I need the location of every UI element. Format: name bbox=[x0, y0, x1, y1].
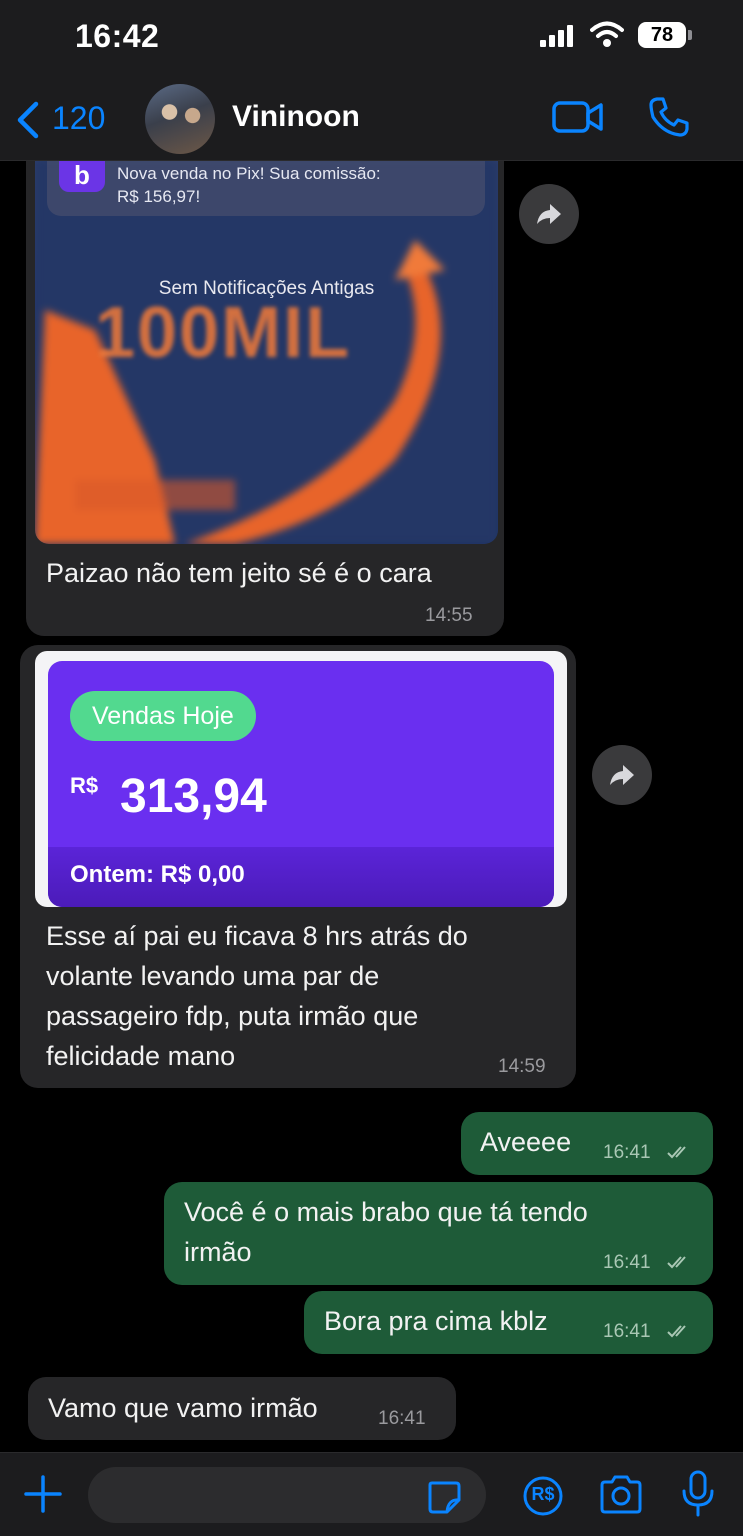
message-time: 16:41 bbox=[378, 1408, 426, 1429]
notification-line1: Nova venda no Pix! Sua comissão: bbox=[117, 164, 381, 183]
read-receipt-icon bbox=[667, 1325, 686, 1338]
contact-avatar[interactable] bbox=[145, 84, 215, 154]
yesterday-sales: Ontem: R$ 0,00 bbox=[70, 861, 245, 888]
message-image-screenshot[interactable]: 100MIL Sem Notificações Antigas b Nova v… bbox=[35, 160, 498, 544]
message-text-line: felicidade mano bbox=[46, 1041, 236, 1071]
back-unread-count[interactable]: 120 bbox=[52, 100, 105, 137]
battery-level: 78 bbox=[638, 22, 686, 48]
banner-text: 100MIL bbox=[95, 293, 352, 373]
read-receipt-icon bbox=[667, 1256, 686, 1269]
notification-line2: R$ 156,97! bbox=[117, 187, 201, 206]
pix-notification-card: b Nova venda no Pix! Sua comissão: R$ 15… bbox=[47, 160, 485, 216]
message-time: 16:41 bbox=[603, 1252, 651, 1273]
forward-button[interactable] bbox=[592, 745, 652, 805]
message-text-line: Esse aí pai eu ficava 8 hrs atrás do bbox=[46, 921, 468, 951]
message-text: Bora pra cima kblz bbox=[324, 1306, 548, 1336]
phone-call-icon[interactable] bbox=[648, 96, 690, 138]
forward-icon bbox=[610, 765, 634, 785]
whatsapp-chat-screen: 16:42 78 120 Vininoon 100MIL Sem Notific… bbox=[0, 0, 743, 1536]
message-input-bar: R$ bbox=[0, 1452, 743, 1536]
notification-text: Nova venda no Pix! Sua comissão: R$ 156,… bbox=[117, 162, 381, 208]
message-time: 16:41 bbox=[603, 1142, 651, 1163]
wifi-icon bbox=[590, 21, 624, 47]
currency-label: R$ bbox=[70, 773, 99, 798]
read-receipt-icon bbox=[667, 1146, 686, 1159]
message-text: Vamo que vamo irmão bbox=[48, 1393, 318, 1423]
message-time: 14:55 bbox=[425, 605, 473, 626]
message-text-line: irmão bbox=[184, 1237, 252, 1267]
sales-today-badge: Vendas Hoje bbox=[70, 691, 256, 741]
forward-icon bbox=[537, 204, 561, 224]
message-text-line: volante levando uma par de bbox=[46, 961, 380, 991]
message-text-line: passageiro fdp, puta irmão que bbox=[46, 1001, 419, 1031]
cellular-signal-icon bbox=[540, 25, 574, 47]
pix-payment-icon[interactable]: R$ bbox=[522, 1475, 564, 1517]
sales-summary-card: Vendas Hoje R$ 313,94 Ontem: R$ 0,00 bbox=[48, 661, 554, 907]
back-chevron-icon[interactable] bbox=[12, 100, 42, 140]
forward-button[interactable] bbox=[519, 184, 579, 244]
chat-header: 16:42 78 120 Vininoon bbox=[0, 0, 743, 161]
message-text: Paizao não tem jeito sé é o cara bbox=[46, 558, 432, 588]
battery-tip bbox=[688, 30, 692, 40]
app-logo-icon: b bbox=[59, 160, 105, 192]
contact-name[interactable]: Vininoon bbox=[232, 100, 360, 134]
message-text-line: Você é o mais brabo que tá tendo bbox=[184, 1197, 588, 1227]
sticker-icon[interactable] bbox=[426, 1479, 462, 1515]
image-caption: Sem Notificações Antigas bbox=[158, 278, 375, 299]
message-image-sales-card[interactable]: Vendas Hoje R$ 313,94 Ontem: R$ 0,00 bbox=[35, 651, 567, 907]
chat-messages[interactable]: 100MIL Sem Notificações Antigas b Nova v… bbox=[0, 140, 743, 1452]
pix-payment-label: R$ bbox=[531, 1484, 555, 1504]
microphone-icon[interactable] bbox=[680, 1469, 716, 1519]
message-time: 14:59 bbox=[498, 1056, 546, 1077]
camera-icon[interactable] bbox=[598, 1473, 644, 1517]
status-time: 16:42 bbox=[75, 18, 160, 54]
message-time: 16:41 bbox=[603, 1321, 651, 1342]
message-text: Aveeee bbox=[480, 1127, 572, 1157]
sales-amount: 313,94 bbox=[120, 770, 267, 823]
plus-icon[interactable] bbox=[22, 1473, 64, 1515]
video-call-icon[interactable] bbox=[552, 100, 604, 134]
